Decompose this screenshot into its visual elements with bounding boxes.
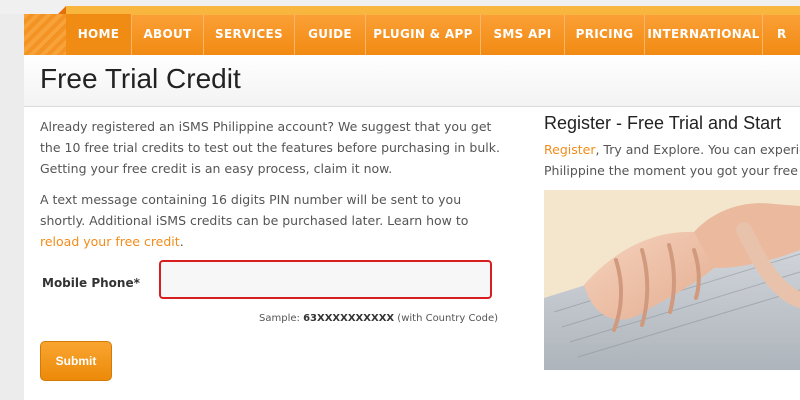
pin-text: A text message containing 16 digits PIN …: [40, 192, 469, 228]
intro-text: Already registered an iSMS Philippine ac…: [40, 116, 500, 262]
nav-guide[interactable]: GUIDE: [295, 14, 366, 55]
register-text-2: Philippine the moment you got your free …: [544, 163, 800, 178]
nav-home[interactable]: HOME: [66, 14, 132, 55]
nav-pricing[interactable]: PRICING: [565, 14, 645, 55]
sample-prefix: Sample:: [259, 313, 304, 324]
page-title: Free Trial Credit: [40, 63, 241, 94]
phone-sample-hint: Sample: 63XXXXXXXXXX (with Country Code): [230, 313, 498, 324]
nav-international[interactable]: INTERNATIONAL: [645, 14, 763, 55]
mobile-phone-input[interactable]: [159, 260, 492, 299]
nav-plugin-app[interactable]: PLUGIN & APP: [366, 14, 481, 55]
intro-paragraph: Already registered an iSMS Philippine ac…: [40, 119, 500, 176]
sample-number: 63XXXXXXXXXX: [303, 313, 395, 324]
sample-suffix: (with Country Code): [394, 313, 498, 324]
nav-more[interactable]: R: [763, 14, 800, 55]
submit-button[interactable]: Submit: [40, 341, 112, 381]
register-link[interactable]: Register: [544, 142, 595, 157]
nav-sms-api[interactable]: SMS API: [481, 14, 565, 55]
register-text-1: , Try and Explore. You can experience: [595, 142, 800, 157]
pin-period: .: [179, 234, 184, 249]
register-text: Register, Try and Explore. You can exper…: [544, 139, 800, 181]
reload-credit-link[interactable]: reload your free credit: [40, 234, 180, 249]
laptop-typing-photo: [544, 190, 800, 370]
nav-about[interactable]: ABOUT: [132, 14, 204, 55]
register-title: Register - Free Trial and Start: [544, 113, 782, 133]
nav-stripes: [24, 14, 66, 55]
nav-services[interactable]: SERVICES: [204, 14, 295, 55]
pin-paragraph: A text message containing 16 digits PIN …: [40, 189, 500, 252]
mobile-phone-label: Mobile Phone*: [42, 276, 140, 290]
nav-items: HOME ABOUT SERVICES GUIDE PLUGIN & APP S…: [66, 14, 800, 55]
laptop-hands-illustration: [544, 190, 800, 370]
